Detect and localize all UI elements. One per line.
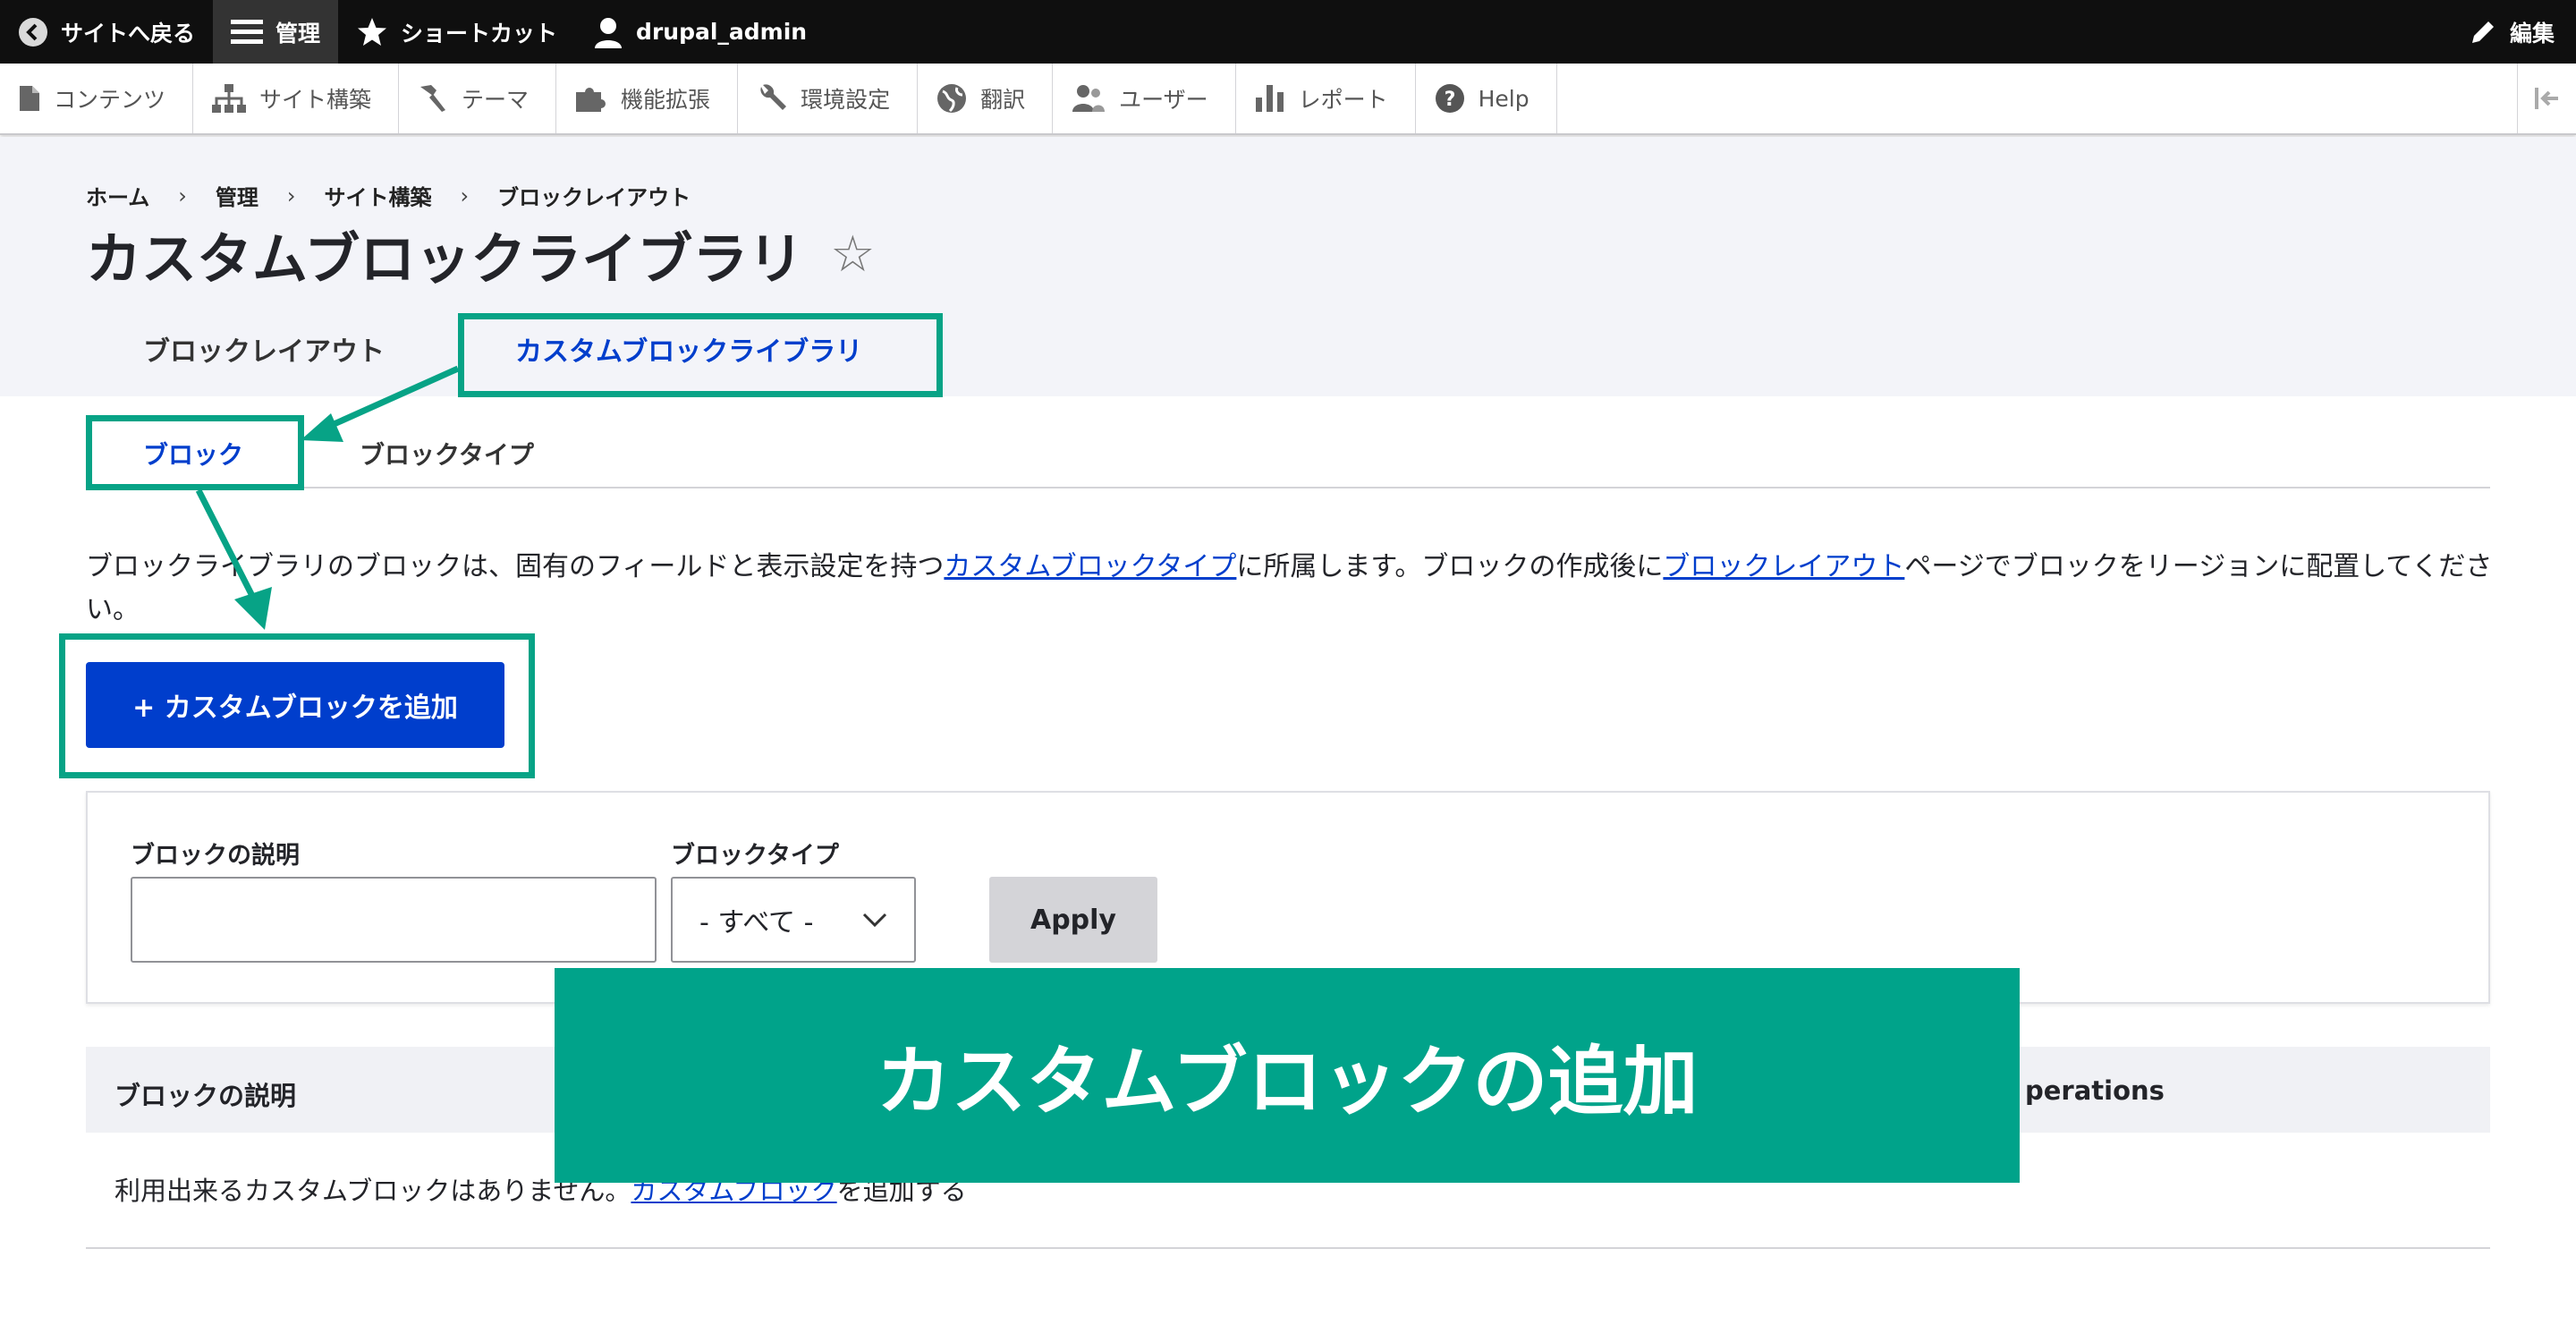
custom-block-type-link[interactable]: カスタムブロックタイプ (944, 551, 1236, 582)
table-bottom-border (86, 1247, 2490, 1249)
svg-text:?: ? (1444, 89, 1455, 111)
tray-item-extend[interactable]: 機能拡張 (556, 64, 739, 133)
back-to-site-label: サイトへ戻る (61, 20, 196, 47)
admin-toolbar: サイトへ戻る 管理 ショートカット drupal_admin 編集 (0, 0, 2576, 64)
breadcrumb-home[interactable]: ホーム (86, 180, 149, 211)
arrow-head (301, 413, 343, 442)
people-icon (1072, 85, 1106, 112)
tray-item-reports[interactable]: レポート (1236, 64, 1416, 133)
annotation-banner: カスタムブロックの追加 (555, 968, 2020, 1183)
column-header-description[interactable]: ブロックの説明 (114, 1075, 296, 1113)
chevron-down-icon (862, 913, 887, 928)
apply-button[interactable]: Apply (989, 877, 1157, 963)
globe-icon (937, 84, 967, 113)
edit-label: 編集 (2509, 20, 2555, 47)
back-arrow-icon (19, 17, 47, 47)
tray-item-label: Help (1478, 85, 1530, 112)
back-to-site-link[interactable]: サイトへ戻る (0, 0, 213, 64)
block-type-label: ブロックタイプ (671, 842, 839, 870)
collapse-left-icon (2534, 88, 2558, 109)
user-tab[interactable]: drupal_admin (575, 0, 825, 64)
column-header-operations: perations (2025, 1075, 2165, 1106)
highlight-blocks-subtab (86, 415, 304, 490)
tray-item-label: レポート (1298, 87, 1388, 113)
tray-item-people[interactable]: ユーザー (1053, 64, 1236, 133)
tray-item-label: 環境設定 (801, 87, 891, 113)
page-header: ホーム › 管理 › サイト構築 › ブロックレイアウト カスタムブロックライブ… (0, 137, 2576, 396)
breadcrumb-structure[interactable]: サイト構築 (325, 180, 432, 211)
help-icon: ? (1435, 84, 1464, 113)
tray-item-config[interactable]: 環境設定 (738, 64, 919, 133)
manage-label: 管理 (275, 20, 321, 47)
tray-item-label: サイト構築 (259, 87, 372, 113)
shortcut-star-icon[interactable]: ☆ (830, 225, 875, 284)
admin-tray: コンテンツ サイト構築 テーマ 機能拡張 環境設定 翻訳 ユーザー レポート ?… (0, 64, 2576, 135)
bar-chart-icon (1255, 85, 1284, 112)
highlight-library-tab (458, 313, 943, 397)
breadcrumb-separator: › (460, 183, 470, 208)
manage-tab[interactable]: 管理 (213, 0, 339, 64)
tray-orientation-toggle[interactable] (2517, 64, 2576, 133)
user-icon (595, 17, 623, 48)
page-title-text: カスタムブロックライブラリ (86, 226, 804, 292)
tray-item-appearance[interactable]: テーマ (399, 64, 557, 133)
sitemap-icon (212, 84, 247, 113)
menu-icon (231, 19, 264, 44)
breadcrumb: ホーム › 管理 › サイト構築 › ブロックレイアウト (86, 180, 691, 211)
puzzle-icon (576, 88, 606, 112)
wrench-icon (760, 84, 787, 110)
tray-item-structure[interactable]: サイト構築 (193, 64, 400, 133)
empty-text: 利用出来るカスタムブロックはありません。 (114, 1176, 631, 1206)
page-description: ブロックライブラリのブロックは、固有のフィールドと表示設定を持つカスタムブロック… (86, 546, 2501, 632)
pencil-icon (2471, 21, 2494, 43)
description-text: に所属します。ブロックの作成後に (1236, 551, 1664, 582)
tray-item-label: ユーザー (1119, 87, 1208, 113)
tray-item-content[interactable]: コンテンツ (0, 64, 194, 133)
tray-item-label: 機能拡張 (621, 87, 711, 113)
subtab-block-types[interactable]: ブロックタイプ (360, 436, 534, 471)
user-label: drupal_admin (636, 19, 808, 45)
breadcrumb-admin[interactable]: 管理 (216, 180, 258, 211)
tray-item-label: テーマ (462, 87, 530, 113)
description-text: ブロックライブラリのブロックは、固有のフィールドと表示設定を持つ (86, 551, 945, 582)
highlight-add-button (59, 633, 535, 778)
tray-item-help[interactable]: ? Help (1416, 64, 1557, 133)
edit-toggle[interactable]: 編集 (2451, 0, 2576, 64)
brush-icon (420, 85, 446, 112)
breadcrumb-block-layout[interactable]: ブロックレイアウト (497, 180, 691, 211)
block-description-label: ブロックの説明 (131, 842, 300, 870)
star-icon (358, 17, 387, 46)
file-icon (20, 86, 39, 111)
tab-block-layout[interactable]: ブロックレイアウト (143, 329, 385, 369)
block-layout-link[interactable]: ブロックレイアウト (1663, 551, 1904, 582)
block-type-selected: - すべて - (699, 907, 814, 939)
breadcrumb-separator: › (286, 183, 296, 208)
page-title: カスタムブロックライブラリ ☆ (86, 214, 875, 294)
tray-item-label: コンテンツ (54, 87, 166, 113)
tray-item-label: 翻訳 (980, 87, 1026, 113)
block-description-input[interactable] (131, 877, 657, 963)
shortcuts-label: ショートカット (401, 20, 558, 47)
shortcuts-tab[interactable]: ショートカット (338, 0, 575, 64)
tray-item-translate[interactable]: 翻訳 (918, 64, 1054, 133)
breadcrumb-separator: › (178, 183, 187, 208)
block-type-select[interactable]: - すべて - (671, 877, 916, 963)
subtabs-divider (86, 487, 2490, 488)
